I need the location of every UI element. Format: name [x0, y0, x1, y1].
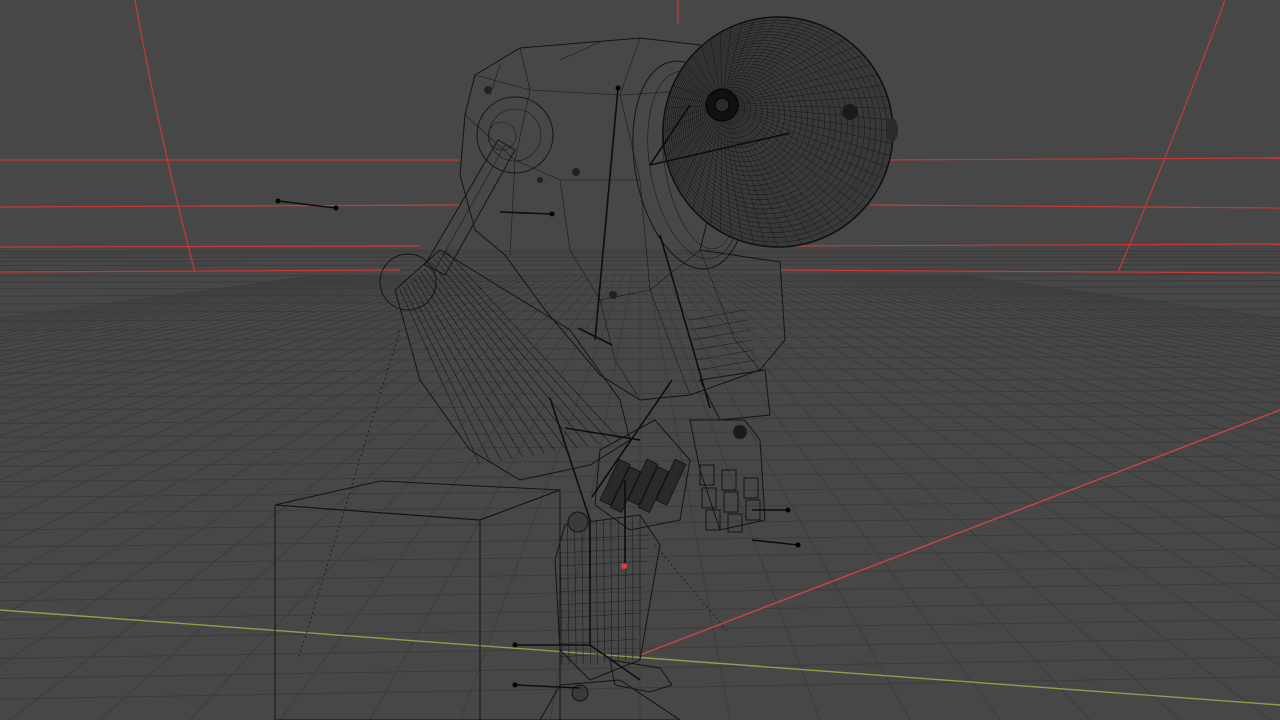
3d-viewport[interactable] [0, 0, 1280, 720]
environment-bounds [0, 0, 1280, 274]
leg-mesh [557, 515, 651, 666]
robot-head[interactable] [662, 16, 898, 248]
object-origin-point[interactable] [621, 563, 627, 569]
far-hand-fingers [699, 425, 761, 533]
viewport-canvas[interactable] [0, 0, 1280, 720]
robot-hand-near[interactable] [594, 419, 691, 531]
robot-character[interactable] [379, 16, 898, 720]
